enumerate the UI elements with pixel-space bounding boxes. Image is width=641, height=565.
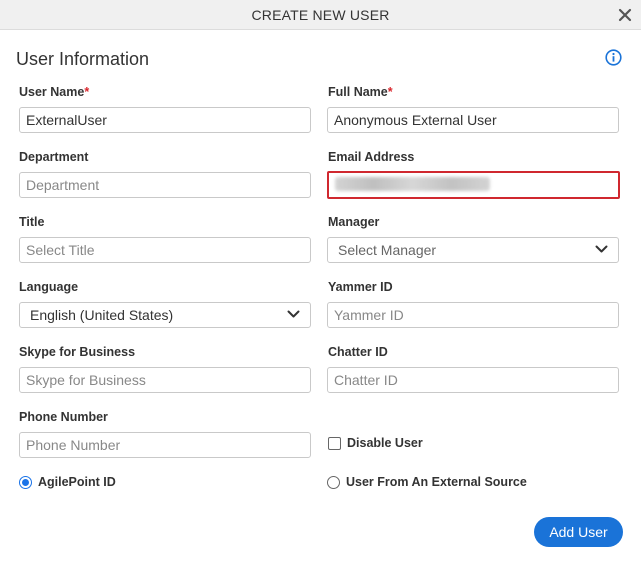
disable-user-checkbox[interactable] xyxy=(328,436,341,450)
agilepoint-id-option[interactable]: AgilePoint ID xyxy=(19,475,116,489)
yammer-label: Yammer ID xyxy=(328,280,393,294)
required-mark: * xyxy=(84,85,90,99)
external-source-label: User From An External Source xyxy=(346,475,527,489)
skype-input[interactable] xyxy=(19,367,311,393)
close-icon[interactable] xyxy=(617,7,633,23)
add-user-button[interactable]: Add User xyxy=(534,517,623,547)
email-redacted-value xyxy=(335,177,490,191)
manager-label: Manager xyxy=(328,215,380,229)
required-mark: * xyxy=(387,85,393,99)
chevron-down-icon xyxy=(287,310,300,318)
email-label: Email Address xyxy=(328,150,415,164)
department-input[interactable] xyxy=(19,172,311,198)
title-label: Title xyxy=(19,215,45,229)
user-name-input[interactable] xyxy=(19,107,311,133)
phone-label: Phone Number xyxy=(19,410,108,424)
language-select-value: English (United States) xyxy=(30,307,174,323)
manager-select[interactable]: Select Manager xyxy=(327,237,619,263)
full-name-label: Full Name* xyxy=(328,85,393,99)
dialog-titlebar: CREATE NEW USER xyxy=(0,0,641,30)
info-icon[interactable] xyxy=(605,49,622,66)
external-source-radio[interactable] xyxy=(327,475,340,489)
manager-select-value: Select Manager xyxy=(338,242,437,258)
chatter-label: Chatter ID xyxy=(328,345,388,359)
agilepoint-id-label: AgilePoint ID xyxy=(38,475,116,489)
department-label: Department xyxy=(19,150,89,164)
disable-user-label: Disable User xyxy=(347,436,423,450)
skype-label: Skype for Business xyxy=(19,345,136,359)
yammer-input[interactable] xyxy=(327,302,619,328)
user-name-label: User Name* xyxy=(19,85,90,99)
full-name-input[interactable] xyxy=(327,107,619,133)
disable-user-option[interactable]: Disable User xyxy=(328,436,423,450)
section-title: User Information xyxy=(16,49,150,69)
phone-input[interactable] xyxy=(19,432,311,458)
language-select[interactable]: English (United States) xyxy=(19,302,311,328)
dialog-title: CREATE NEW USER xyxy=(251,7,390,23)
title-input[interactable] xyxy=(19,237,311,263)
chatter-input[interactable] xyxy=(327,367,619,393)
external-source-option[interactable]: User From An External Source xyxy=(327,475,527,489)
language-label: Language xyxy=(19,280,79,294)
agilepoint-id-radio[interactable] xyxy=(19,475,32,489)
chevron-down-icon xyxy=(595,245,608,253)
